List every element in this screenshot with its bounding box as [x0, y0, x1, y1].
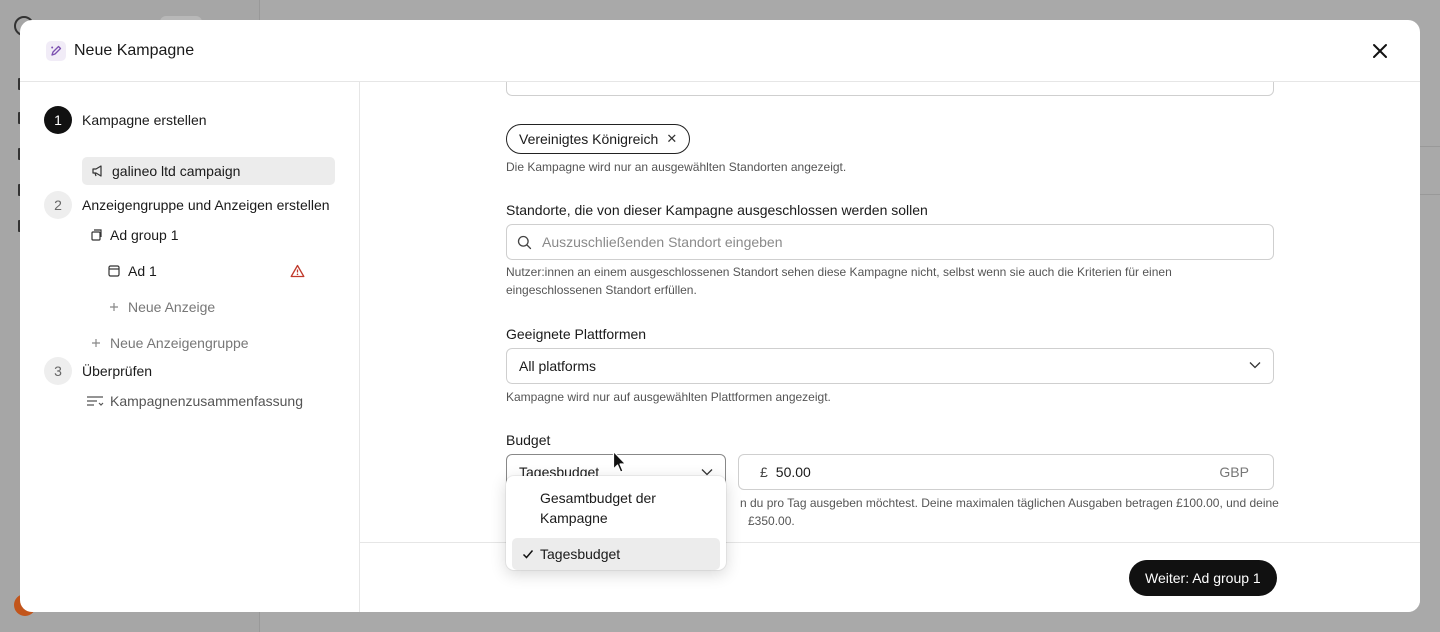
- pen-icon: [46, 40, 66, 61]
- step-create-campaign[interactable]: 1 Kampagne erstellen: [44, 106, 207, 134]
- next-ad-group-button[interactable]: Weiter: Ad group 1: [1129, 560, 1277, 596]
- step-number: 1: [44, 106, 72, 134]
- step-label: Überprüfen: [82, 363, 153, 379]
- campaign-form: Vereinigtes Königreich ✕ Die Kampagne wi…: [360, 82, 1420, 542]
- step-create-adgroup[interactable]: 2 Anzeigengruppe und Anzeigen erstellen: [44, 191, 330, 219]
- currency-symbol: £: [760, 464, 768, 480]
- new-ad-group-button[interactable]: Neue Anzeigengruppe: [88, 329, 249, 357]
- platforms-help-text: Kampagne wird nur auf ausgewählten Platt…: [506, 390, 831, 404]
- divider: [1420, 194, 1440, 195]
- location-chip-label: Vereinigtes Königreich: [519, 131, 659, 147]
- chevron-down-icon: [701, 468, 713, 476]
- included-location-input[interactable]: [506, 82, 1274, 96]
- close-icon[interactable]: [1368, 39, 1392, 63]
- ad-icon: [106, 263, 122, 279]
- chevron-down-icon: [1249, 361, 1261, 369]
- remove-chip-icon[interactable]: ✕: [666, 131, 677, 147]
- ad-label: Ad 1: [128, 263, 157, 279]
- sidebar-item-summary[interactable]: Kampagnenzusammenfassung: [86, 387, 303, 415]
- excluded-help-text-1: Nutzer:innen an einem ausgeschlossenen S…: [506, 265, 1172, 279]
- budget-help-text-1: n du pro Tag ausgeben möchtest. Deine ma…: [740, 496, 1279, 510]
- platforms-select[interactable]: All platforms: [506, 348, 1274, 384]
- budget-amount-input[interactable]: £ 50.00 GBP: [738, 454, 1274, 490]
- budget-type-dropdown: Gesamtbudget der Kampagne Tagesbudget: [506, 476, 726, 570]
- currency-code: GBP: [1219, 464, 1249, 480]
- sidebar-item-ad-group[interactable]: Ad group 1: [88, 221, 179, 249]
- warning-icon: [290, 264, 305, 281]
- modal-header: Neue Kampagne: [20, 20, 1420, 82]
- location-chip[interactable]: Vereinigtes Königreich ✕: [506, 124, 691, 154]
- modal-title: Neue Kampagne: [74, 41, 195, 59]
- layers-icon: [88, 227, 104, 243]
- plus-icon: [106, 299, 122, 315]
- step-number: 3: [44, 357, 72, 385]
- summary-icon: [86, 393, 104, 409]
- megaphone-icon: [90, 163, 106, 179]
- platforms-label: Geeignete Plattformen: [506, 326, 647, 342]
- new-ad-label: Neue Anzeige: [128, 299, 216, 315]
- search-icon: [517, 235, 532, 250]
- summary-label: Kampagnenzusammenfassung: [110, 393, 304, 409]
- divider: [1420, 146, 1440, 147]
- excluded-location-input[interactable]: Auszuschließenden Standort eingeben: [506, 224, 1274, 260]
- excluded-location-placeholder: Auszuschließenden Standort eingeben: [542, 234, 783, 250]
- budget-amount-value: 50.00: [775, 464, 811, 480]
- new-ad-group-label: Neue Anzeigengruppe: [110, 335, 249, 351]
- budget-label: Budget: [506, 432, 551, 448]
- step-number: 2: [44, 191, 72, 219]
- ad-group-label: Ad group 1: [110, 227, 179, 243]
- option-daily-budget-label: Tagesbudget: [540, 546, 621, 562]
- sidebar-item-ad[interactable]: Ad 1: [106, 257, 336, 285]
- excluded-locations-label: Standorte, die von dieser Kampagne ausge…: [506, 202, 928, 218]
- step-review[interactable]: 3 Überprüfen: [44, 357, 152, 385]
- budget-help-text-2: £350.00.: [748, 514, 795, 528]
- platforms-value: All platforms: [519, 358, 597, 374]
- step-label: Anzeigengruppe und Anzeigen erstellen: [82, 197, 330, 213]
- plus-icon: [88, 335, 104, 351]
- new-ad-button[interactable]: Neue Anzeige: [106, 293, 215, 321]
- option-daily-budget[interactable]: Tagesbudget: [512, 538, 720, 570]
- excluded-help-text-2: eingeschlossenen Standort erfüllen.: [506, 283, 697, 297]
- campaign-stepper: 1 Kampagne erstellen galineo ltd campaig…: [20, 82, 360, 612]
- check-icon: [522, 545, 534, 565]
- campaign-item[interactable]: galineo ltd campaign: [82, 157, 335, 185]
- step-label: Kampagne erstellen: [82, 112, 207, 128]
- option-total-budget[interactable]: Gesamtbudget der Kampagne: [512, 482, 720, 534]
- included-help-text: Die Kampagne wird nur an ausgewählten St…: [506, 160, 847, 174]
- mouse-cursor-icon: [612, 450, 628, 479]
- campaign-item-label: galineo ltd campaign: [112, 163, 241, 179]
